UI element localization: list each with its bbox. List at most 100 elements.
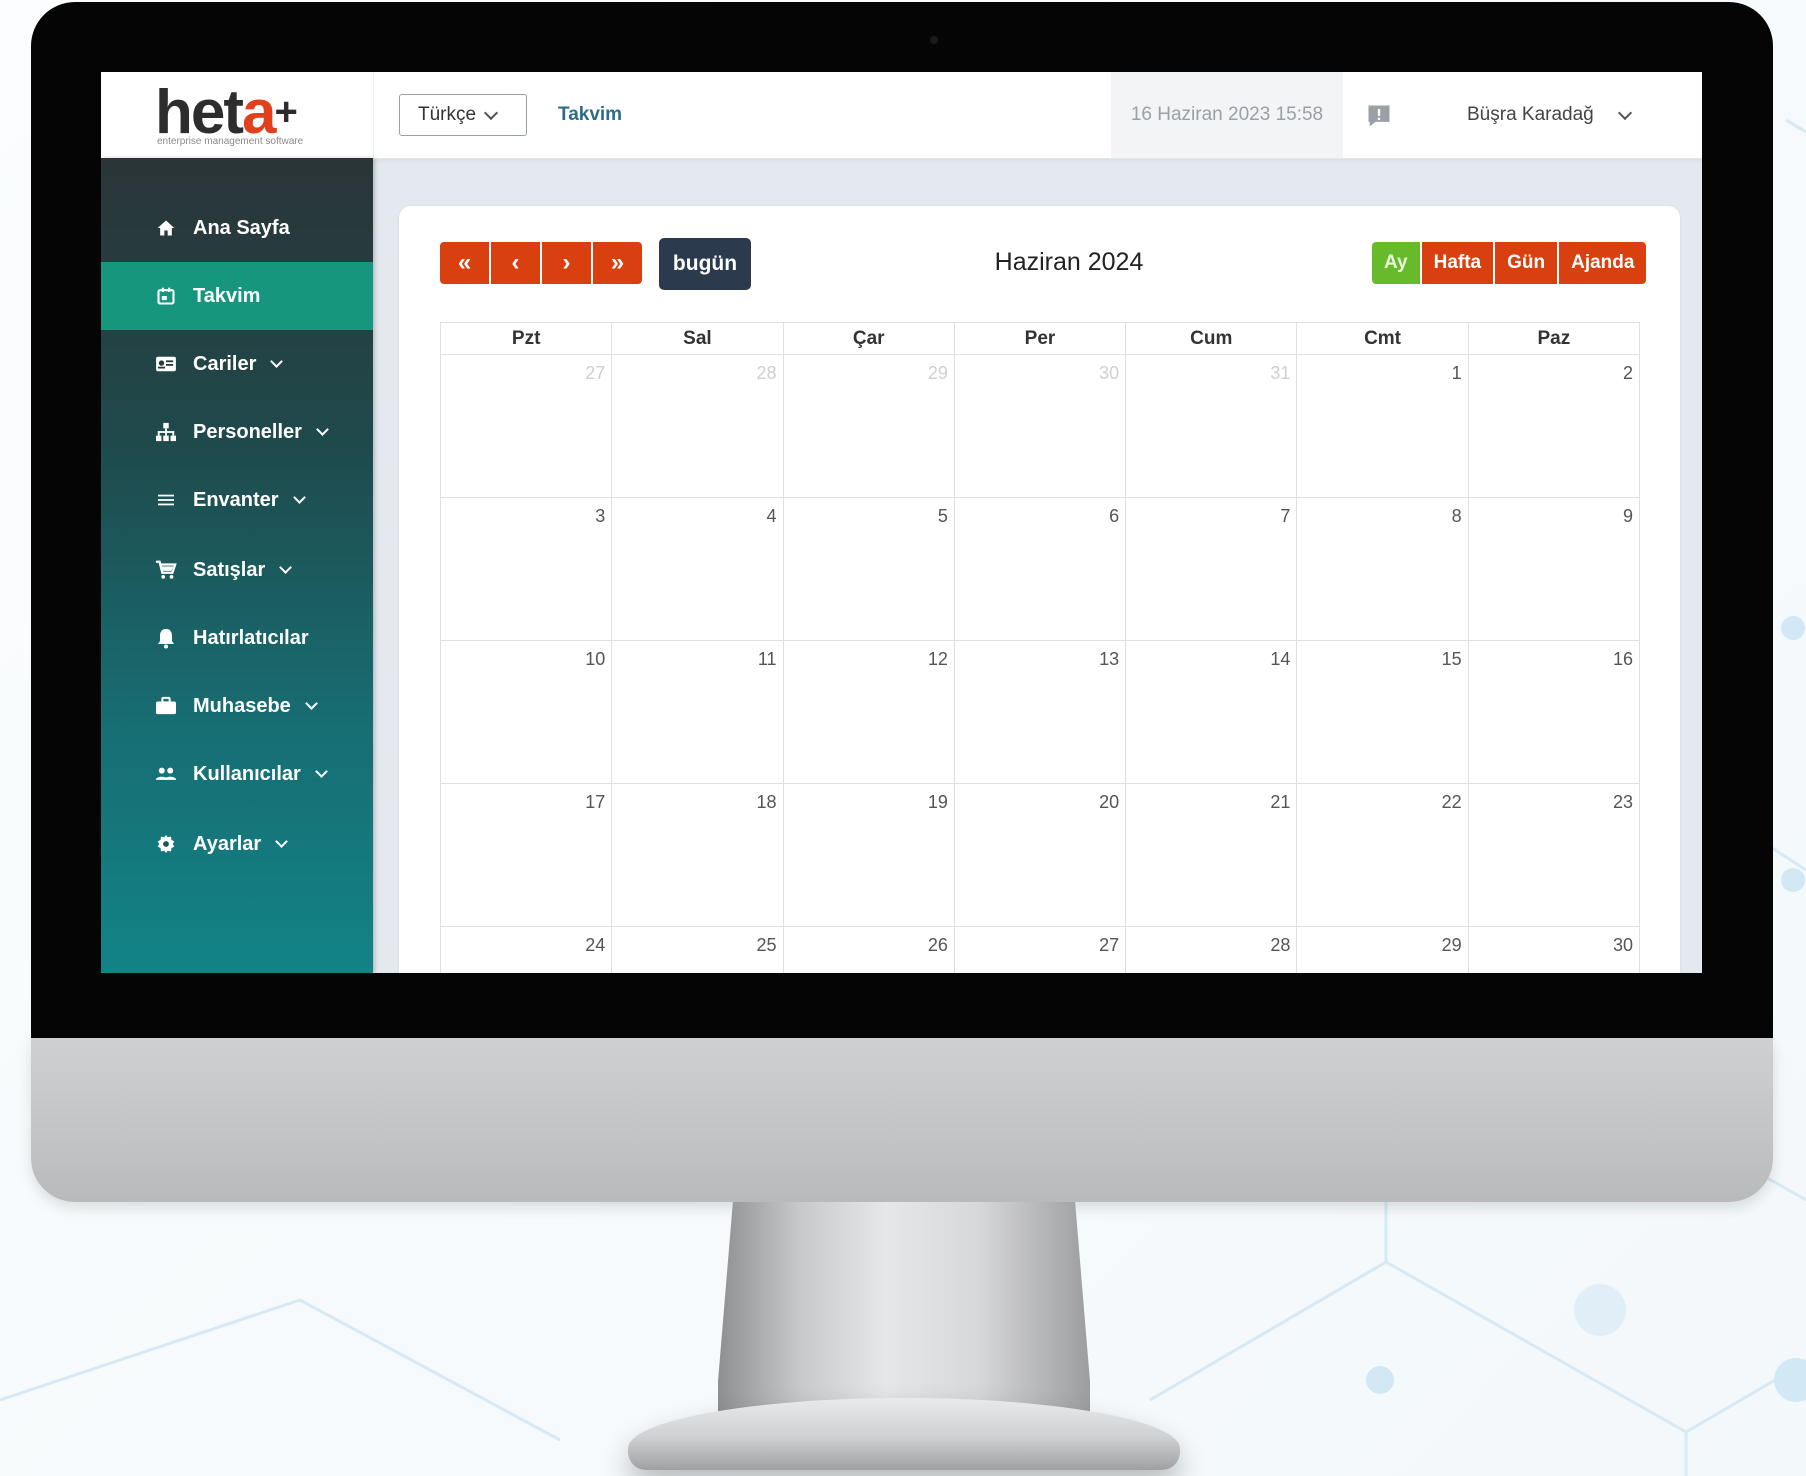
prev-year-button[interactable]: « [440,242,489,284]
list-icon [155,489,177,511]
calendar-day-cell[interactable]: 29 [1297,927,1469,973]
chevron-down-icon [275,834,289,848]
view-day-button[interactable]: Gün [1495,242,1558,284]
sidebar-item-cariler[interactable]: Cariler [101,330,373,398]
sidebar-item-muhasebe[interactable]: Muhasebe [101,672,373,740]
calendar-day-cell[interactable]: 21 [1126,784,1298,926]
calendar-day-cell[interactable]: 20 [955,784,1127,926]
top-bar: heta+ enterprise management software Tür… [101,72,1702,159]
language-value: Türkçe [418,104,477,125]
calendar-day-cell[interactable]: 13 [955,641,1127,783]
calendar-day-cell[interactable]: 7 [1126,498,1298,640]
day-number: 28 [1270,935,1291,955]
day-number: 22 [1441,792,1462,812]
day-number: 20 [1099,792,1120,812]
sidebar-item-label: Personeller [193,420,302,443]
day-number: 15 [1441,649,1462,669]
day-number: 14 [1270,649,1291,669]
monitor-stand-base [628,1398,1180,1470]
bell-icon [155,627,177,649]
calendar-day-cell[interactable]: 26 [784,927,955,973]
calendar-day-cell[interactable]: 3 [441,498,613,640]
day-number: 26 [927,935,948,955]
day-number: 8 [1451,506,1462,526]
calendar-day-cell[interactable]: 18 [612,784,784,926]
calendar-week-row: 17 18 19 20 21 22 23 [440,783,1640,926]
sidebar-item-label: Satışlar [193,558,266,581]
day-number: 31 [1270,363,1291,383]
calendar-day-cell[interactable]: 28 [612,355,784,497]
sidebar-item-takvim[interactable]: Takvim [101,262,373,330]
calendar-day-cell[interactable]: 28 [1126,927,1298,973]
view-week-button[interactable]: Hafta [1421,242,1494,284]
chevron-down-icon [304,696,318,710]
day-number: 16 [1612,649,1633,669]
day-number: 24 [585,935,606,955]
language-select[interactable]: Türkçe [399,94,527,136]
sidebar-item-personeller[interactable]: Personeller [101,398,373,466]
user-menu[interactable]: Büşra Karadağ [1467,104,1632,126]
calendar-day-cell[interactable]: 10 [441,641,613,783]
weekday-label: Pzt [441,323,613,354]
sidebar-item-label: Hatırlatıcılar [193,626,309,649]
calendar-day-cell[interactable]: 5 [784,498,955,640]
sidebar-item-label: Cariler [193,352,257,375]
calendar-week-row: 3 4 5 6 7 8 9 [440,497,1640,640]
day-number: 10 [585,649,606,669]
calendar-day-cell[interactable]: 23 [1469,784,1639,926]
sidebar-item-ayarlar[interactable]: Ayarlar [101,810,373,878]
calendar-day-cell[interactable]: 2 [1469,355,1639,497]
day-number: 1 [1451,363,1462,383]
day-number: 12 [927,649,948,669]
prev-month-button[interactable]: ‹ [491,242,540,284]
sidebar-item-label: Ana Sayfa [193,216,290,239]
calendar-weeks: 27 28 29 30 31 1 2 3 4 5 6 7 8 9 10 11 12 13 14 15 16 17 18 19 2… [440,354,1640,973]
calendar-day-cell[interactable]: 27 [441,355,613,497]
calendar-day-cell[interactable]: 27 [955,927,1127,973]
weekday-label: Çar [784,323,955,354]
day-number: 11 [757,649,777,669]
view-agenda-button[interactable]: Ajanda [1559,242,1647,284]
sidebar-item-ana-sayfa[interactable]: Ana Sayfa [101,194,373,262]
logo[interactable]: heta+ enterprise management software [101,72,374,158]
day-number: 27 [585,363,606,383]
sidebar-item-hatirlaticilar[interactable]: Hatırlatıcılar [101,604,373,672]
calendar-day-cell[interactable]: 8 [1297,498,1469,640]
calendar-day-cell[interactable]: 1 [1297,355,1469,497]
calendar-day-cell[interactable]: 22 [1297,784,1469,926]
sidebar-item-satislar[interactable]: Satışlar [101,536,373,604]
feedback-icon[interactable] [1365,102,1393,135]
sidebar-item-label: Ayarlar [193,832,262,855]
view-month-button[interactable]: Ay [1372,242,1420,284]
id-card-icon [155,353,177,375]
calendar-day-cell[interactable]: 9 [1469,498,1639,640]
sidebar-item-envanter[interactable]: Envanter [101,466,373,534]
breadcrumb[interactable]: Takvim [558,104,622,126]
calendar-day-cell[interactable]: 19 [784,784,955,926]
calendar-day-cell[interactable]: 31 [1126,355,1298,497]
monitor-chin [31,1038,1773,1202]
sidebar-item-kullanicilar[interactable]: Kullanıcılar [101,740,373,808]
day-number: 23 [1612,792,1633,812]
calendar-day-cell[interactable]: 16 [1469,641,1639,783]
chevron-down-icon [270,354,284,368]
calendar-day-cell[interactable]: 6 [955,498,1127,640]
today-button[interactable]: bugün [659,238,751,290]
calendar-day-cell[interactable]: 25 [612,927,784,973]
calendar-day-cell[interactable]: 12 [784,641,955,783]
weekday-label: Cmt [1297,323,1469,354]
calendar-day-cell[interactable]: 14 [1126,641,1298,783]
calendar-day-cell[interactable]: 29 [784,355,955,497]
next-month-button[interactable]: › [542,242,591,284]
day-number: 4 [766,506,777,526]
calendar-nav-group: « ‹ › » [440,242,642,284]
calendar-day-cell[interactable]: 17 [441,784,613,926]
calendar-day-cell[interactable]: 24 [441,927,613,973]
calendar-day-cell[interactable]: 30 [955,355,1127,497]
day-number: 19 [927,792,948,812]
next-year-button[interactable]: » [593,242,642,284]
calendar-day-cell[interactable]: 15 [1297,641,1469,783]
calendar-day-cell[interactable]: 30 [1469,927,1639,973]
calendar-day-cell[interactable]: 4 [612,498,784,640]
calendar-day-cell[interactable]: 11 [612,641,784,783]
